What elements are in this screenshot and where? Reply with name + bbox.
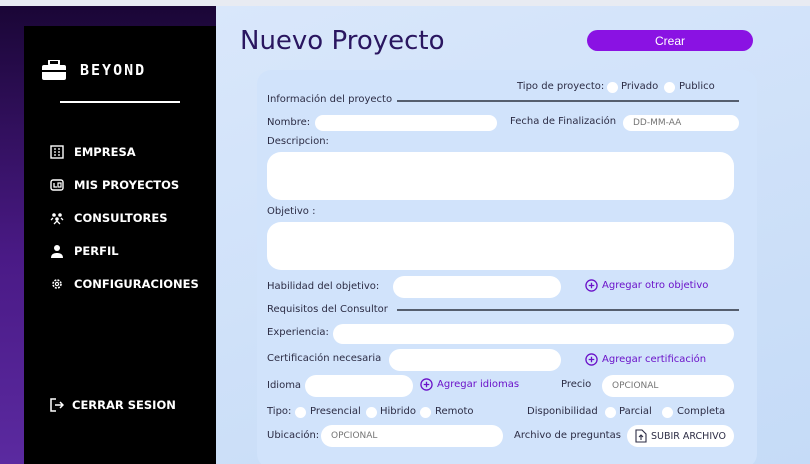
logo-divider bbox=[60, 101, 180, 103]
radio-privado-label: Privado bbox=[621, 81, 659, 92]
nombre-label: Nombre: bbox=[267, 117, 311, 128]
section-requisitos-divider bbox=[397, 309, 739, 311]
users-icon bbox=[50, 212, 64, 224]
disponibilidad-label: Disponibilidad bbox=[527, 406, 598, 417]
fecha-label: Fecha de Finalización bbox=[510, 116, 617, 127]
logout-icon bbox=[50, 398, 64, 412]
certificacion-label: Certificación necesaria bbox=[267, 353, 382, 364]
radio-presencial-label: Presencial bbox=[310, 406, 361, 417]
radio-remoto-label: Remoto bbox=[435, 406, 474, 417]
sidebar-item-label: PERFIL bbox=[74, 243, 119, 258]
experiencia-label: Experiencia: bbox=[267, 327, 329, 338]
tipo-label: Tipo: bbox=[267, 406, 292, 417]
radio-parcial-label: Parcial bbox=[619, 406, 652, 417]
fecha-input[interactable] bbox=[623, 115, 739, 131]
sidebar: BEYOND EMPRESA MIS PROYECTOS CONSULTORES… bbox=[24, 26, 216, 464]
nombre-input[interactable] bbox=[315, 115, 497, 131]
add-objective-label: Agregar otro objetivo bbox=[602, 280, 709, 291]
building-icon bbox=[50, 144, 64, 159]
plus-circle-icon bbox=[420, 378, 433, 391]
idioma-label: Idioma bbox=[267, 380, 302, 391]
plus-circle-icon bbox=[585, 353, 598, 366]
sidebar-item-label: EMPRESA bbox=[74, 144, 136, 159]
tipo-proyecto-label: Tipo de proyecto: bbox=[517, 81, 605, 92]
radio-privado[interactable] bbox=[607, 82, 618, 93]
briefcase-icon bbox=[42, 60, 66, 80]
radio-publico-label: Publico bbox=[679, 81, 715, 92]
sidebar-item-perfil[interactable]: PERFIL bbox=[50, 234, 199, 267]
radio-publico[interactable] bbox=[664, 82, 675, 93]
file-upload-icon bbox=[635, 429, 647, 443]
upload-file-label: SUBIR ARCHIVO bbox=[651, 430, 726, 442]
habilidad-label: Habilidad del objetivo: bbox=[267, 281, 380, 292]
main-content: Nuevo Proyecto Crear Tipo de proyecto: P… bbox=[216, 6, 810, 464]
sidebar-item-configuraciones[interactable]: CONFIGURACIONES bbox=[50, 267, 199, 300]
radio-remoto[interactable] bbox=[420, 407, 431, 418]
section-info-divider bbox=[397, 100, 739, 102]
ubicacion-label: Ubicación: bbox=[267, 430, 320, 441]
brand-logo[interactable]: BEYOND bbox=[42, 60, 146, 80]
create-button[interactable]: Crear bbox=[587, 30, 753, 51]
radio-completa[interactable] bbox=[662, 407, 673, 418]
descripcion-textarea[interactable] bbox=[267, 152, 734, 200]
objetivo-textarea[interactable] bbox=[267, 222, 734, 270]
precio-label: Precio bbox=[561, 379, 592, 390]
project-form: Tipo de proyecto: Privado Publico Inform… bbox=[257, 70, 757, 464]
precio-input[interactable] bbox=[602, 375, 734, 397]
certificacion-input[interactable] bbox=[389, 349, 561, 371]
upload-file-button[interactable]: SUBIR ARCHIVO bbox=[627, 425, 734, 447]
sidebar-item-consultores[interactable]: CONSULTORES bbox=[50, 201, 199, 234]
sidebar-item-label: CONFIGURACIONES bbox=[74, 276, 199, 291]
logout-label: CERRAR SESION bbox=[72, 398, 176, 412]
radio-hibrido-label: Hibrido bbox=[380, 406, 417, 417]
sidebar-item-label: MIS PROYECTOS bbox=[74, 177, 180, 192]
archivo-label: Archivo de preguntas bbox=[514, 430, 621, 441]
habilidad-input[interactable] bbox=[393, 276, 561, 298]
sidebar-item-mis-proyectos[interactable]: MIS PROYECTOS bbox=[50, 168, 199, 201]
section-requisitos-title: Requisitos del Consultor bbox=[267, 304, 388, 315]
experiencia-input[interactable] bbox=[333, 324, 734, 344]
add-language-link[interactable]: Agregar idiomas bbox=[420, 378, 519, 391]
sidebar-item-label: CONSULTORES bbox=[74, 210, 168, 225]
radio-presencial[interactable] bbox=[295, 407, 306, 418]
folder-icon bbox=[50, 178, 64, 191]
radio-parcial[interactable] bbox=[605, 407, 616, 418]
descripcion-label: Descripcion: bbox=[267, 136, 329, 147]
user-icon bbox=[51, 244, 63, 258]
ubicacion-input[interactable] bbox=[321, 425, 503, 447]
add-certification-label: Agregar certificación bbox=[602, 354, 707, 365]
page-title: Nuevo Proyecto bbox=[240, 26, 445, 56]
radio-completa-label: Completa bbox=[677, 406, 726, 417]
section-info-title: Información del proyecto bbox=[267, 94, 393, 105]
radio-hibrido[interactable] bbox=[366, 407, 377, 418]
plus-circle-icon bbox=[585, 279, 598, 292]
gear-icon bbox=[52, 278, 62, 289]
add-language-label: Agregar idiomas bbox=[437, 379, 520, 390]
idioma-input[interactable] bbox=[305, 375, 413, 397]
objetivo-label: Objetivo : bbox=[267, 206, 316, 217]
add-certification-link[interactable]: Agregar certificación bbox=[585, 353, 706, 366]
add-objective-link[interactable]: Agregar otro objetivo bbox=[585, 279, 708, 292]
logout-button[interactable]: CERRAR SESION bbox=[50, 398, 176, 412]
sidebar-item-empresa[interactable]: EMPRESA bbox=[50, 135, 199, 168]
sidebar-nav: EMPRESA MIS PROYECTOS CONSULTORES PERFIL… bbox=[50, 135, 199, 300]
brand-name: BEYOND bbox=[80, 61, 147, 79]
